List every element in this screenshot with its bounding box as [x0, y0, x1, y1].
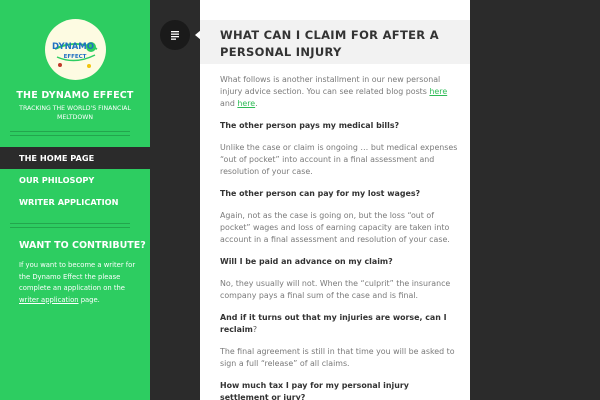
post-intro: What follows is another installment in o…: [220, 74, 460, 110]
related-post-link-2[interactable]: here: [237, 99, 255, 108]
contribute-heading: WANT TO CONTRIBUTE?: [19, 240, 146, 251]
nav-item-home[interactable]: THE HOME PAGE: [0, 147, 150, 169]
logo-graphic: DYNAMO EFFECT: [45, 19, 106, 80]
sidebar-toggle-icon: [171, 31, 179, 40]
answer-2: Again, not as the case is going on, but …: [220, 211, 450, 244]
intro-text: and: [220, 99, 238, 108]
related-post-link-1[interactable]: here: [429, 87, 447, 96]
intro-text: .: [255, 99, 258, 108]
question-3: Will I be paid an advance on my claim?: [220, 257, 393, 266]
answer-4: The final agreement is still in that tim…: [220, 347, 455, 368]
site-tagline: TRACKING THE WORLD'S FINANCIAL MELTDOWN: [19, 105, 131, 121]
question-2: The other person can pay for my lost wag…: [220, 189, 421, 198]
post-title[interactable]: WHAT CAN I CLAIM FOR AFTER A PERSONAL IN…: [220, 27, 460, 61]
site-title[interactable]: THE DYNAMO EFFECT: [0, 90, 150, 101]
divider: [10, 223, 130, 228]
contribute-text-part: page.: [78, 295, 100, 304]
contribute-text: If you want to become a writer for the D…: [19, 260, 137, 306]
right-background: [470, 0, 600, 400]
intro-text: What follows is another installment in o…: [220, 75, 441, 96]
sidebar-toggle-button[interactable]: [160, 20, 190, 50]
nav-item-philosophy[interactable]: OUR PHILOSOPY: [0, 169, 150, 191]
sidebar: DYNAMO EFFECT THE DYNAMO EFFECT TRACKING…: [0, 0, 150, 400]
post-body: What follows is another installment in o…: [220, 74, 460, 400]
divider: [10, 131, 130, 136]
question-1: The other person pays my medical bills?: [220, 121, 400, 130]
question-4-mark: ?: [252, 325, 258, 334]
question-4: And if it turns out that my injuries are…: [220, 312, 460, 336]
logo-text-line2: EFFECT: [64, 54, 87, 60]
nav-item-writer-application[interactable]: WRITER APPLICATION: [0, 191, 150, 213]
main-content: WHAT CAN I CLAIM FOR AFTER A PERSONAL IN…: [200, 0, 470, 400]
logo-text-line1: DYNAMO: [52, 42, 94, 52]
answer-3: No, they usually will not. When the “cul…: [220, 279, 451, 300]
answer-1: Unlike the case or claim is ongoing … bu…: [220, 143, 458, 176]
writer-application-link[interactable]: writer application: [19, 296, 79, 304]
contribute-text-part: If you want to become a writer for the D…: [19, 261, 136, 292]
question-5: How much tax I pay for my personal injur…: [220, 381, 409, 400]
site-logo[interactable]: DYNAMO EFFECT: [45, 19, 106, 80]
